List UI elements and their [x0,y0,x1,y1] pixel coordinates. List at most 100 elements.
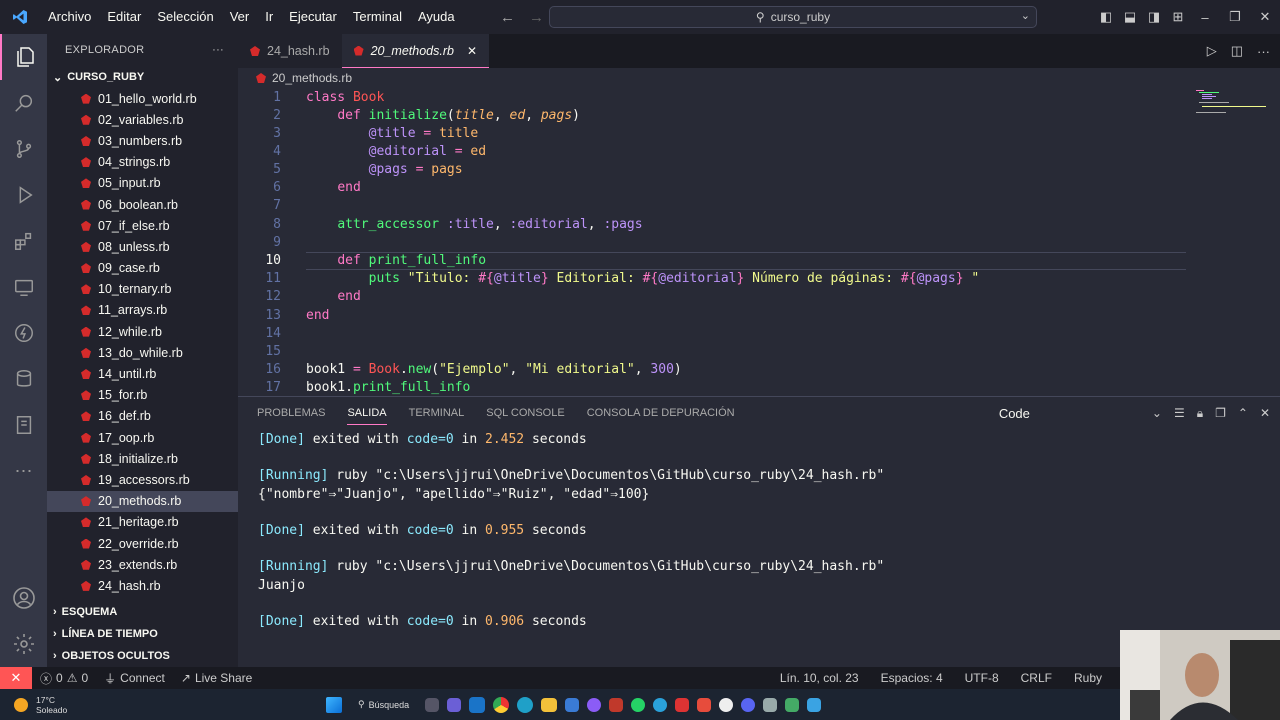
app-circle-icon[interactable] [719,697,734,712]
file-item[interactable]: 07_if_else.rb [47,215,238,236]
file-item[interactable]: 16_def.rb [47,406,238,427]
lock-icon[interactable]: 🔒︎ [1197,406,1203,421]
github-icon[interactable] [587,697,602,712]
explorer-icon[interactable] [0,34,47,80]
file-item[interactable]: 20_methods.rb [47,490,238,512]
file-item[interactable]: 18_initialize.rb [47,448,238,469]
language-mode[interactable]: Ruby [1066,671,1110,685]
task-view-icon[interactable] [425,697,440,712]
file-item[interactable]: 04_strings.rb [47,152,238,173]
section-linea-de-tiempo[interactable]: › LÍNEA DE TIEMPO [47,623,238,645]
file-explorer-icon[interactable] [541,697,558,712]
close-tab-icon[interactable]: ✕ [467,44,477,58]
extensions-icon[interactable] [0,218,47,264]
file-item[interactable]: 06_boolean.rb [47,194,238,215]
menu-terminal[interactable]: Terminal [345,0,410,34]
file-item[interactable]: 13_do_while.rb [47,342,238,363]
output-channel-select[interactable]: Code [999,406,1030,421]
file-item[interactable]: 05_input.rb [47,173,238,194]
menu-ayuda[interactable]: Ayuda [410,0,463,34]
clear-output-icon[interactable]: ☰ [1174,406,1185,420]
file-item[interactable]: 15_for.rb [47,385,238,406]
database-icon[interactable] [0,356,47,402]
source-control-icon[interactable] [0,126,47,172]
section-objetos-ocultos[interactable]: › OBJETOS OCULTOS [47,645,238,667]
menu-ver[interactable]: Ver [222,0,258,34]
discord-icon[interactable] [741,697,756,712]
file-item[interactable]: 17_oop.rb [47,427,238,448]
ruby-app-icon[interactable] [675,697,690,712]
encoding-status[interactable]: UTF-8 [957,671,1007,685]
whatsapp-icon[interactable] [631,697,646,712]
restore-icon[interactable]: ❐ [1220,0,1250,34]
settings-gear-icon[interactable] [0,621,47,667]
edge-icon[interactable] [517,696,534,713]
more-icon[interactable]: ⋯ [0,448,47,494]
toggle-secondary-sidebar-icon[interactable]: ◨ [1142,0,1166,34]
minimize-icon[interactable]: – [1190,0,1220,34]
customize-layout-icon[interactable]: ⊞ [1166,0,1190,34]
file-item[interactable]: 24_hash.rb [47,575,238,596]
menu-ejecutar[interactable]: Ejecutar [281,0,345,34]
file-item[interactable]: 21_heritage.rb [47,512,238,533]
maximize-panel-icon[interactable]: ❐ [1215,406,1226,420]
file-item[interactable]: 01_hello_world.rb [47,88,238,109]
file-item[interactable]: 11_arrays.rb [47,300,238,321]
telegram-icon[interactable] [653,697,668,712]
close-panel-icon[interactable]: ✕ [1260,406,1270,420]
account-icon[interactable] [0,575,47,621]
cursor-position[interactable]: Lín. 10, col. 23 [772,671,867,685]
code-editor[interactable]: 1 class Book 2 def initialize(title, ed, … [238,88,1280,396]
more-actions-icon[interactable]: ··· [212,44,224,56]
file-item[interactable]: 02_variables.rb [47,109,238,130]
file-item[interactable]: 19_accessors.rb [47,469,238,490]
tab-20-methods[interactable]: 20_methods.rb ✕ [341,34,490,68]
panel-tab-problemas[interactable]: PROBLEMAS [257,407,325,419]
tab-24-hash[interactable]: 24_hash.rb [238,34,342,68]
file-item[interactable]: 08_unless.rb [47,236,238,257]
windows-start-icon[interactable] [326,696,342,713]
toggle-panel-icon[interactable]: ⬓ [1118,0,1142,34]
chat-icon[interactable] [447,697,462,712]
lightning-icon[interactable] [0,310,47,356]
eol-status[interactable]: CRLF [1013,671,1060,685]
minimap[interactable] [1196,88,1266,128]
chevron-up-icon[interactable]: ⌃ [1238,406,1248,420]
forward-arrow-icon[interactable]: → [529,9,544,26]
filezilla-icon[interactable] [609,697,624,712]
chevron-down-icon[interactable]: ⌄ [1152,406,1162,420]
live-share-status[interactable]: ↗ Live Share [173,671,260,685]
chrome-icon[interactable] [493,696,510,713]
connect-status[interactable]: ⏚ Connect [96,670,173,687]
notes-app-icon[interactable] [807,697,822,712]
close-window-icon[interactable]: ✕ [1250,0,1280,34]
hs-app-icon[interactable] [785,697,800,712]
panel-tab-consola-depuracion[interactable]: CONSOLA DE DEPURACIÓN [587,407,735,419]
notebook-icon[interactable] [0,402,47,448]
command-center-search[interactable]: ⚲ curso_ruby ⌄ [549,6,1037,28]
split-editor-icon[interactable]: ◫ [1231,43,1243,59]
menu-ir[interactable]: Ir [257,0,281,34]
file-item[interactable]: 12_while.rb [47,321,238,342]
file-item[interactable]: 22_override.rb [47,533,238,554]
red-app-icon[interactable] [697,697,712,712]
output-log[interactable]: [Done] exited with code=0 in 2.452 secon… [258,431,884,631]
section-esquema[interactable]: › ESQUEMA [47,601,238,623]
folder-curso-ruby[interactable]: ⌄ CURSO_RUBY [47,66,238,88]
problems-status[interactable]: ⓧ 0 ⚠ 0 [32,670,96,687]
menu-editar[interactable]: Editar [99,0,149,34]
chevron-down-icon[interactable]: ⌄ [1021,9,1030,22]
app-grey-icon[interactable] [763,697,778,712]
taskbar-search[interactable]: ⚲ Búsqueda [350,694,417,715]
file-item[interactable]: 23_extends.rb [47,554,238,575]
remote-indicator-icon[interactable]: ✕ [0,667,32,689]
run-debug-icon[interactable] [0,172,47,218]
store-icon[interactable] [565,697,580,712]
breadcrumb-file[interactable]: 20_methods.rb [272,71,352,85]
file-item[interactable]: 14_until.rb [47,363,238,384]
indentation-status[interactable]: Espacios: 4 [873,671,951,685]
file-item[interactable]: 03_numbers.rb [47,130,238,151]
panel-tab-salida[interactable]: SALIDA [347,407,387,425]
file-item[interactable]: 09_case.rb [47,258,238,279]
toggle-sidebar-icon[interactable]: ◧ [1094,0,1118,34]
